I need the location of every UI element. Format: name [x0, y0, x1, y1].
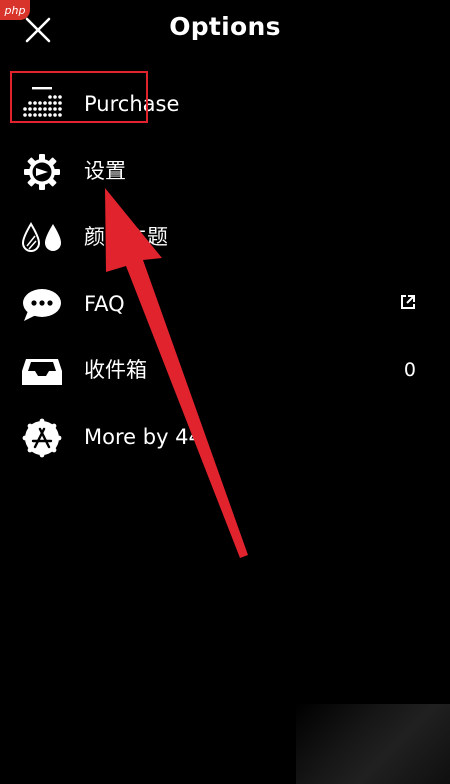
menu-item-label: More by 44 — [84, 424, 202, 449]
menu-item-faq[interactable]: FAQ — [0, 272, 450, 339]
speech-bubble-icon — [20, 285, 64, 325]
header: Options — [0, 0, 450, 60]
menu-item-color-theme[interactable]: 颜色主题 — [0, 205, 450, 272]
gear-icon — [20, 152, 64, 192]
menu-item-purchase[interactable]: Purchase — [0, 72, 450, 139]
menu-item-label: 设置 — [84, 158, 126, 183]
menu-item-label: FAQ — [84, 291, 125, 316]
water-drops-icon — [20, 218, 64, 258]
options-menu: Purchase 设置 颜色主题 FAQ 收件箱 0 More by 44 — [0, 72, 450, 471]
inbox-tray-icon — [20, 351, 64, 391]
menu-item-label: Purchase — [84, 92, 180, 116]
external-link-icon — [400, 292, 416, 316]
menu-item-inbox[interactable]: 收件箱 0 — [0, 338, 450, 405]
menu-item-label: 颜色主题 — [84, 225, 168, 249]
menu-item-settings[interactable]: 设置 — [0, 139, 450, 206]
menu-item-more-by[interactable]: More by 44 — [0, 405, 450, 472]
dots-grid-icon — [20, 85, 64, 125]
page-title: Options — [169, 12, 281, 41]
watermark-noise — [296, 704, 450, 784]
inbox-count: 0 — [403, 359, 416, 381]
app-store-badge-icon — [20, 418, 64, 458]
menu-item-label: 收件箱 — [84, 358, 147, 382]
